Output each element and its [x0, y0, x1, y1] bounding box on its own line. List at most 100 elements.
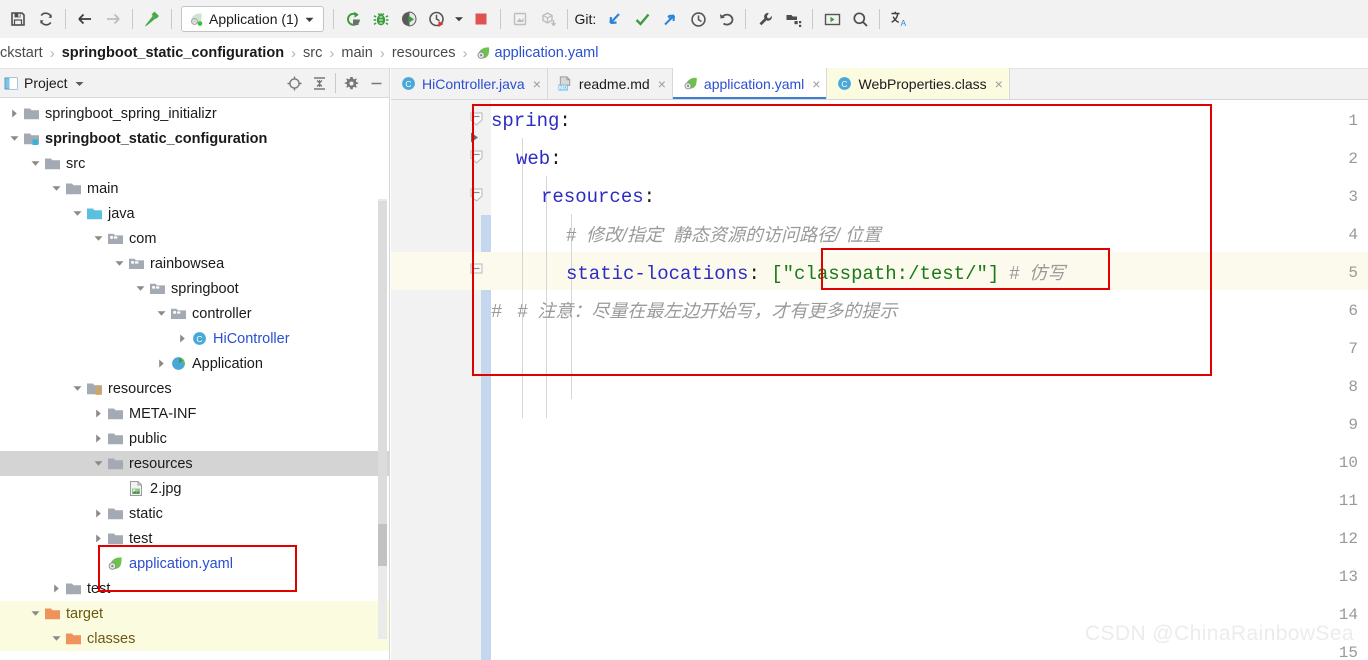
code-line-1[interactable]: spring:: [491, 102, 571, 140]
chevron-expanded-icon[interactable]: [27, 606, 43, 622]
code-line-6[interactable]: # # 注意：尽量在最左边开始写，才有更多的提示: [491, 292, 897, 330]
chevron-down-icon[interactable]: [74, 78, 85, 89]
chevron-expanded-icon[interactable]: [48, 631, 64, 647]
chevron-expanded-icon[interactable]: [132, 281, 148, 297]
run-gutter-icon[interactable]: [469, 131, 482, 144]
clock-icon[interactable]: [684, 5, 712, 33]
fold-marker-line-5[interactable]: [470, 263, 483, 276]
code-line-2[interactable]: web:: [516, 140, 562, 178]
push-icon[interactable]: [656, 5, 684, 33]
tree-node-target[interactable]: target: [0, 601, 389, 626]
fold-marker-line-3[interactable]: [470, 188, 483, 201]
chevron-expanded-icon[interactable]: [90, 456, 106, 472]
tree-node-springboot[interactable]: springboot: [0, 276, 389, 301]
tree-node-springboot-spring-initializr[interactable]: springboot_spring_initializr: [0, 101, 389, 126]
collapse-all-icon[interactable]: [307, 71, 332, 96]
coverage-icon[interactable]: [395, 5, 423, 33]
chevron-collapsed-icon[interactable]: [90, 506, 106, 522]
run-icon[interactable]: [339, 5, 367, 33]
device-icon[interactable]: [506, 5, 534, 33]
code-content[interactable]: spring:web:resources:# 修改/指定 静态资源的访问路径/ …: [491, 100, 1368, 660]
tree-node-public[interactable]: public: [0, 426, 389, 451]
breadcrumb-item-5[interactable]: application.yaml: [495, 45, 599, 61]
tree-node-resources[interactable]: resources: [0, 451, 389, 476]
close-icon[interactable]: ×: [995, 76, 1003, 92]
arrow-down-left-icon[interactable]: [600, 5, 628, 33]
chevron-expanded-icon[interactable]: [111, 256, 127, 272]
bug-icon[interactable]: [367, 5, 395, 33]
tree-node-resources[interactable]: resources: [0, 376, 389, 401]
gear-icon[interactable]: [339, 71, 364, 96]
chevron-collapsed-icon[interactable]: [90, 431, 106, 447]
search-icon[interactable]: [846, 5, 874, 33]
profiler-icon[interactable]: [423, 5, 451, 33]
chevron-collapsed-icon[interactable]: [174, 331, 190, 347]
stop-square-icon[interactable]: [467, 5, 495, 33]
tree-node-controller[interactable]: controller: [0, 301, 389, 326]
editor-tab-hicontroller-java[interactable]: CHiController.java×: [391, 68, 548, 99]
code-line-4[interactable]: # 修改/指定 静态资源的访问路径/ 位置: [566, 216, 881, 254]
editor-tab-readme-md[interactable]: MDreadme.md×: [548, 68, 673, 99]
close-icon[interactable]: ×: [658, 76, 666, 92]
tree-node-java[interactable]: java: [0, 201, 389, 226]
fold-marker-line-1[interactable]: [470, 112, 483, 125]
tree-node-meta-inf[interactable]: META-INF: [0, 401, 389, 426]
arrow-left-icon[interactable]: [71, 5, 99, 33]
hammer-icon[interactable]: [138, 5, 166, 33]
chevron-collapsed-icon[interactable]: [90, 406, 106, 422]
checkmark-icon[interactable]: [628, 5, 656, 33]
breadcrumb-item-1[interactable]: springboot_static_configuration: [62, 45, 284, 61]
tree-scrollbar-thumb-active[interactable]: [378, 524, 387, 566]
chevron-collapsed-icon[interactable]: [48, 581, 64, 597]
breadcrumb-item-4[interactable]: resources: [392, 45, 456, 61]
minimize-icon[interactable]: [364, 71, 389, 96]
close-icon[interactable]: ×: [533, 76, 541, 92]
breadcrumb-item-0[interactable]: ckstart: [0, 45, 43, 61]
fold-marker-line-2[interactable]: [470, 150, 483, 163]
sync-icon[interactable]: [32, 5, 60, 33]
chevron-expanded-icon[interactable]: [27, 156, 43, 172]
arrow-right-icon[interactable]: [99, 5, 127, 33]
package-down-icon[interactable]: [534, 5, 562, 33]
chevron-expanded-icon[interactable]: [48, 181, 64, 197]
chevron-collapsed-icon[interactable]: [6, 106, 22, 122]
tree-node-test[interactable]: test: [0, 576, 389, 601]
chevron-expanded-icon[interactable]: [69, 206, 85, 222]
code-line-5[interactable]: static-locations: ["classpath:/test/"] #…: [566, 254, 1065, 292]
chevron-collapsed-icon[interactable]: [153, 356, 169, 372]
close-icon[interactable]: ×: [812, 76, 820, 92]
target-icon[interactable]: [282, 71, 307, 96]
breadcrumb-item-2[interactable]: src: [303, 45, 322, 61]
translate-icon[interactable]: A: [885, 5, 913, 33]
tree-node-application[interactable]: Application: [0, 351, 389, 376]
tree-node-main[interactable]: main: [0, 176, 389, 201]
project-structure-icon[interactable]: [779, 5, 807, 33]
tree-scrollbar-thumb[interactable]: [378, 201, 387, 531]
tree-node-2-jpg[interactable]: 2.jpg: [0, 476, 389, 501]
tree-node-rainbowsea[interactable]: rainbowsea: [0, 251, 389, 276]
tree-node-classes[interactable]: classes: [0, 626, 389, 651]
chevron-expanded-icon[interactable]: [90, 231, 106, 247]
code-editor[interactable]: 123456789101112131415 spring:web:resourc…: [391, 100, 1368, 660]
breadcrumb-item-3[interactable]: main: [341, 45, 372, 61]
code-line-3[interactable]: resources:: [541, 178, 655, 216]
wrench-icon[interactable]: [751, 5, 779, 33]
tree-node-src[interactable]: src: [0, 151, 389, 176]
chevron-collapsed-icon[interactable]: [90, 531, 106, 547]
chevron-down-icon[interactable]: [304, 14, 315, 25]
chevron-expanded-icon[interactable]: [69, 381, 85, 397]
profile-dropdown-chevron-down-icon[interactable]: [451, 5, 467, 33]
terminal-icon[interactable]: [818, 5, 846, 33]
undo-icon[interactable]: [712, 5, 740, 33]
tree-node-hicontroller[interactable]: CHiController: [0, 326, 389, 351]
editor-tab-application-yaml[interactable]: application.yaml×: [673, 68, 828, 99]
save-icon[interactable]: [4, 5, 32, 33]
tree-node-springboot-static-configuration[interactable]: springboot_static_configuration: [0, 126, 389, 151]
chevron-expanded-icon[interactable]: [6, 131, 22, 147]
tree-node-test[interactable]: test: [0, 526, 389, 551]
run-configuration-selector[interactable]: Application (1): [181, 6, 324, 32]
chevron-expanded-icon[interactable]: [153, 306, 169, 322]
editor-tab-webproperties-class[interactable]: CWebProperties.class×: [827, 68, 1009, 99]
tree-node-static[interactable]: static: [0, 501, 389, 526]
tree-node-com[interactable]: com: [0, 226, 389, 251]
